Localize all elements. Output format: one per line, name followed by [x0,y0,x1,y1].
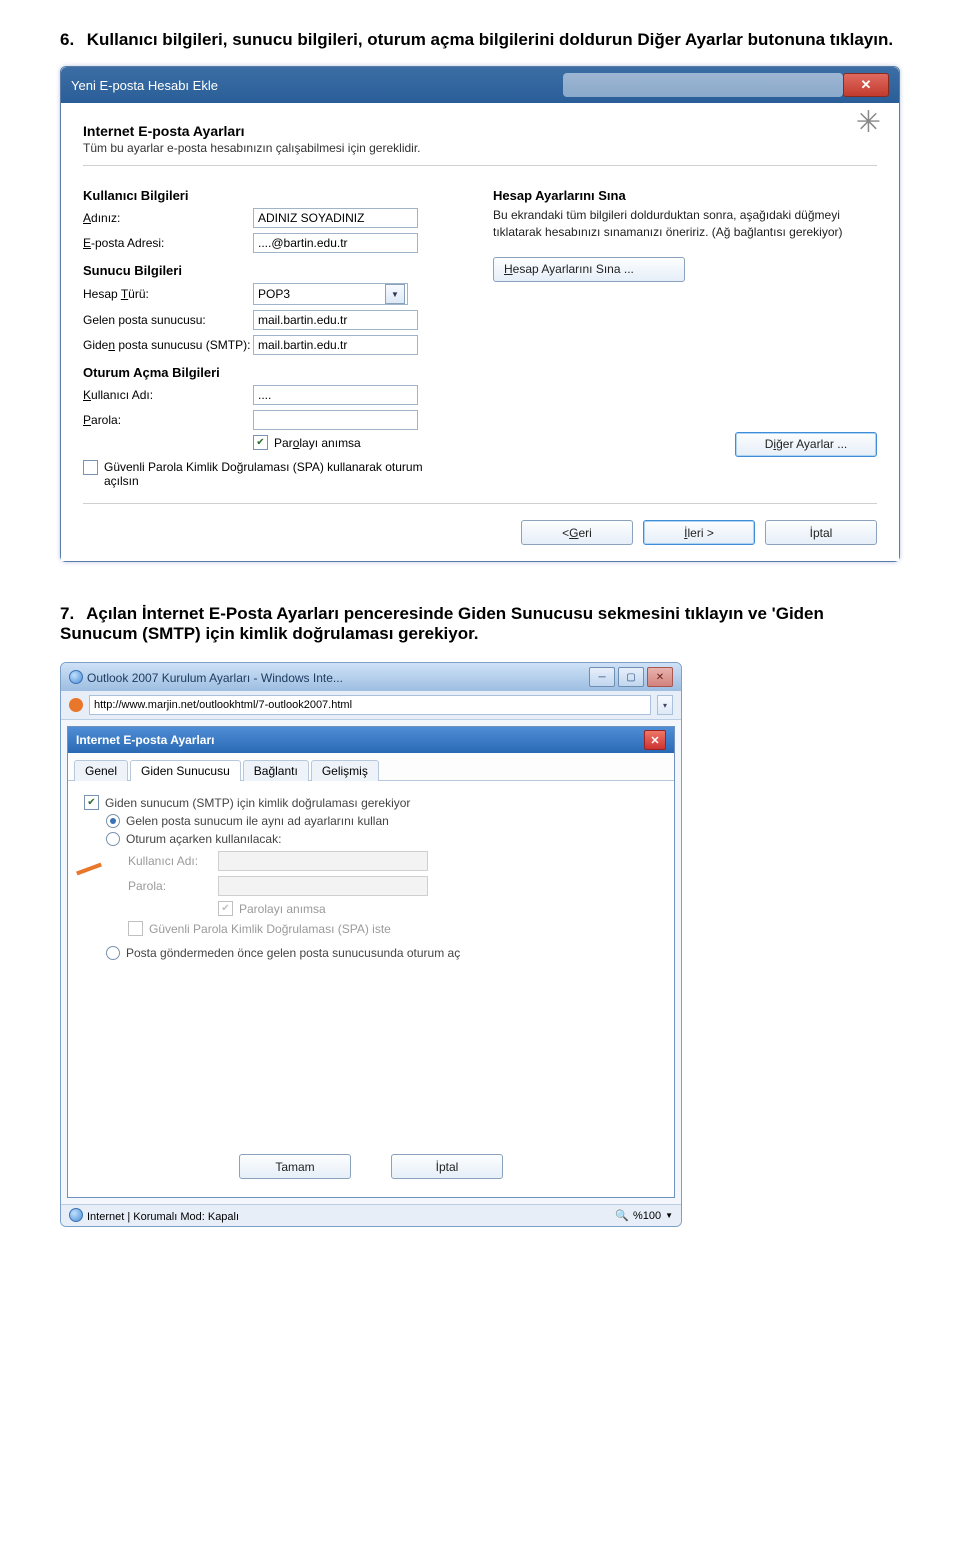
username-label: Kullanıcı Adı: [83,388,253,402]
chevron-down-icon: ▼ [665,1211,673,1220]
zoom-control[interactable]: 🔍 %100 ▼ [615,1209,673,1222]
dialog-titlebar[interactable]: Internet E-posta Ayarları ✕ [68,727,674,753]
ie-status-bar: Internet | Korumalı Mod: Kapalı 🔍 %100 ▼ [61,1204,681,1226]
dialog-remember-label: Parolayı anımsa [239,902,326,916]
dialog-spa-checkbox [128,921,143,936]
user-info-heading: Kullanıcı Bilgileri [83,188,467,203]
spa-label: Güvenli Parola Kimlik Doğrulaması (SPA) … [104,460,424,488]
name-label: Adınız: [83,211,253,225]
dialog-username-input [218,851,428,871]
same-settings-radio[interactable] [106,814,120,828]
incoming-label: Gelen posta sunucusu: [83,313,253,327]
window-titlebar[interactable]: Yeni E-posta Hesabı Ekle ✕ [61,67,899,103]
dialog-tabs: Genel Giden Sunucusu Bağlantı Gelişmiş [68,753,674,781]
test-account-button[interactable]: Hesap Ayarlarını Sına ... [493,257,685,282]
step6-number: 6. [60,30,82,50]
remember-password-checkbox[interactable]: ✔ [253,435,268,450]
dialog-cancel-button[interactable]: İptal [391,1154,503,1179]
login-before-send-radio[interactable] [106,946,120,960]
outgoing-label: Giden posta sunucusu (SMTP): [83,338,253,352]
outgoing-input[interactable] [253,335,418,355]
outlook-wizard-window: Yeni E-posta Hesabı Ekle ✕ ✳ Internet E-… [60,66,900,562]
step6-text: Kullanıcı bilgileri, sunucu bilgileri, o… [87,30,893,49]
maximize-button[interactable]: ▢ [618,667,644,687]
zoom-icon: 🔍 [615,1209,629,1222]
dialog-username-label: Kullanıcı Adı: [128,854,218,868]
wizard-footer: < Geri İleri > İptal [83,520,877,545]
password-label: Parola: [83,413,253,427]
use-login-label: Oturum açarken kullanılacak: [126,832,281,846]
smtp-auth-label: Giden sunucum (SMTP) için kimlik doğrula… [105,796,410,810]
email-input[interactable] [253,233,418,253]
ie-icon [69,670,83,684]
window-title: Yeni E-posta Hesabı Ekle [71,78,218,93]
name-input[interactable] [253,208,418,228]
cancel-button[interactable]: İptal [765,520,877,545]
remember-password-label: Parolayı anımsa [274,436,361,450]
chevron-down-icon[interactable]: ▼ [385,284,405,304]
close-button[interactable]: ✕ [647,667,673,687]
dialog-password-label: Parola: [128,879,218,893]
login-before-send-label: Posta göndermeden önce gelen posta sunuc… [126,946,460,960]
step7-number: 7. [60,604,82,624]
tab-advanced[interactable]: Gelişmiş [311,760,379,781]
step6: 6. Kullanıcı bilgileri, sunucu bilgileri… [60,30,900,50]
section-subtitle: Tüm bu ayarlar e-posta hesabınızın çalış… [83,141,877,155]
dialog-password-input [218,876,428,896]
ie-address-bar: http://www.marjin.net/outlookhtml/7-outl… [61,691,681,720]
same-settings-label: Gelen posta sunucum ile aynı ad ayarları… [126,814,389,828]
dialog-spa-label: Güvenli Parola Kimlik Doğrulaması (SPA) … [149,922,391,936]
ie-window: Outlook 2007 Kurulum Ayarları - Windows … [60,662,682,1227]
account-type-label: Hesap Türü: [83,287,253,301]
globe-icon [69,1208,83,1222]
status-text: Internet | Korumalı Mod: Kapalı [87,1211,239,1223]
spa-checkbox[interactable] [83,460,98,475]
back-button[interactable]: < Geri [521,520,633,545]
section-title: Internet E-posta Ayarları [83,123,877,139]
more-settings-button[interactable]: Diğer Ayarlar ... [735,432,877,457]
highlight-arrow-icon [76,863,102,876]
step7: 7. Açılan İnternet E-Posta Ayarları penc… [60,604,900,644]
minimize-button[interactable]: ─ [589,667,615,687]
tab-connection[interactable]: Bağlantı [243,760,309,781]
tab-outgoing[interactable]: Giden Sunucusu [130,760,241,781]
test-description: Bu ekrandaki tüm bilgileri doldurduktan … [493,207,877,241]
dialog-close-button[interactable]: ✕ [644,730,666,750]
ok-button[interactable]: Tamam [239,1154,351,1179]
url-text: http://www.marjin.net/outlookhtml/7-outl… [94,699,352,711]
zoom-value: %100 [633,1210,661,1222]
divider [83,165,877,166]
next-button[interactable]: İleri > [643,520,755,545]
incoming-input[interactable] [253,310,418,330]
test-heading: Hesap Ayarlarını Sına [493,188,877,203]
server-info-heading: Sunucu Bilgileri [83,263,467,278]
email-label: E-posta Adresi: [83,236,253,250]
dialog-remember-checkbox: ✔ [218,901,233,916]
smtp-auth-checkbox[interactable]: ✔ [84,795,99,810]
tab-general[interactable]: Genel [74,760,128,781]
login-info-heading: Oturum Açma Bilgileri [83,365,467,380]
divider [83,503,877,504]
dialog-footer: Tamam İptal [84,1134,658,1189]
dialog-title: Internet E-posta Ayarları [76,733,214,747]
password-input[interactable] [253,410,418,430]
cursor-click-icon: ✳ [856,105,881,140]
use-login-radio[interactable] [106,832,120,846]
settings-dialog: Internet E-posta Ayarları ✕ Genel Giden … [67,726,675,1198]
background-tab-strip [563,73,843,97]
close-button[interactable]: ✕ [843,73,889,97]
ie-titlebar[interactable]: Outlook 2007 Kurulum Ayarları - Windows … [61,663,681,691]
right-column: Hesap Ayarlarını Sına Bu ekrandaki tüm b… [493,178,877,493]
favicon-icon [69,698,83,712]
url-field[interactable]: http://www.marjin.net/outlookhtml/7-outl… [89,695,651,715]
account-type-select[interactable]: POP3 ▼ [253,283,408,305]
url-dropdown-button[interactable]: ▾ [657,695,673,715]
username-input[interactable] [253,385,418,405]
step7-text: Açılan İnternet E-Posta Ayarları pencere… [60,604,824,643]
ie-title-text: Outlook 2007 Kurulum Ayarları - Windows … [87,671,343,685]
account-type-value: POP3 [258,287,290,301]
left-column: Kullanıcı Bilgileri Adınız: E-posta Adre… [83,178,467,493]
